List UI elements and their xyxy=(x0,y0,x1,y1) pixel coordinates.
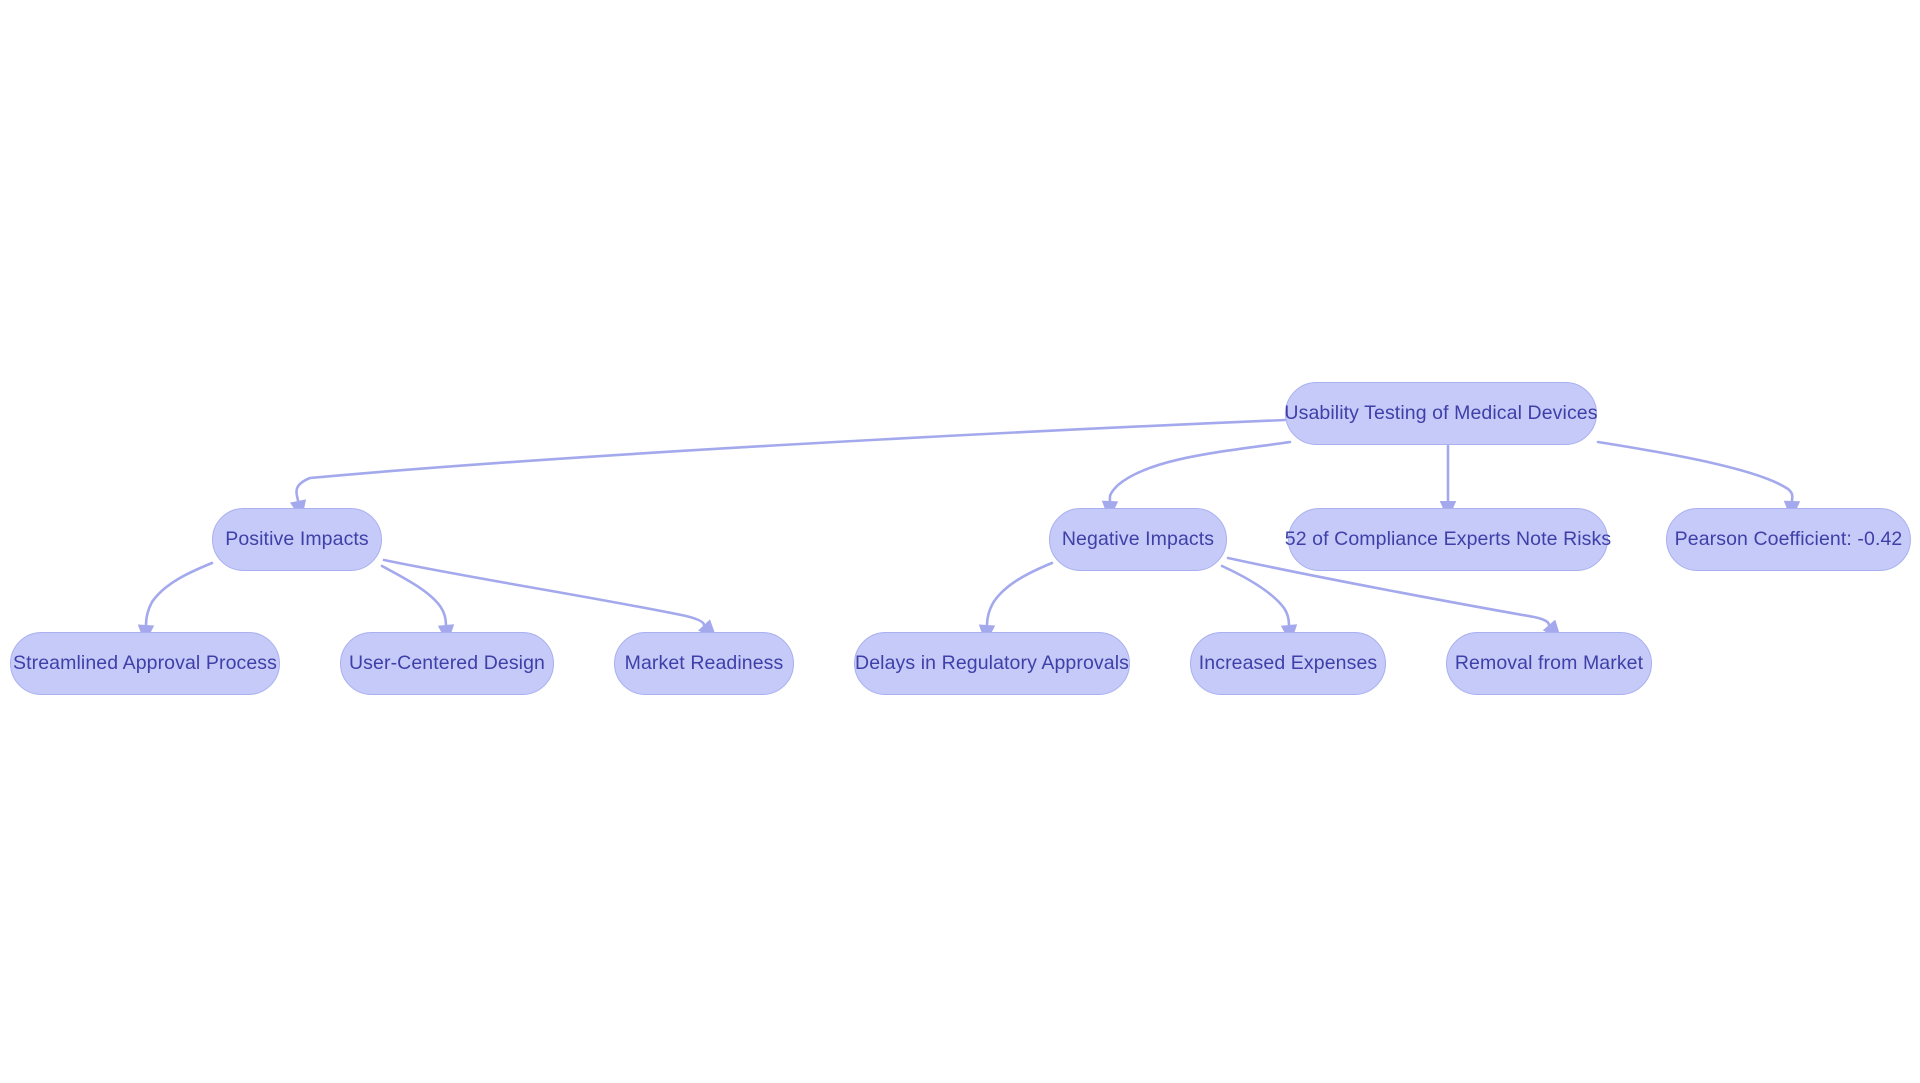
node-compliance[interactable]: 52 of Compliance Experts Note Risks xyxy=(1284,508,1612,571)
node-label: Removal from Market xyxy=(1454,651,1644,674)
node-label: User-Centered Design xyxy=(349,651,546,674)
flowchart-canvas: Usability Testing of Medical Devices Posi… xyxy=(0,0,1920,1083)
node-expenses[interactable]: Increased Expenses xyxy=(1190,632,1386,695)
node-label: Positive Impacts xyxy=(225,527,369,550)
node-root[interactable]: Usability Testing of Medical Devices xyxy=(1284,382,1598,445)
node-label: Delays in Regulatory Approvals xyxy=(855,651,1129,674)
node-label: Market Readiness xyxy=(624,651,784,674)
node-negative[interactable]: Negative Impacts xyxy=(1049,508,1227,571)
node-label: Increased Expenses xyxy=(1198,651,1378,674)
node-pearson[interactable]: Pearson Coefficient: -0.42 xyxy=(1666,508,1911,571)
edge-root-to-positive xyxy=(289,418,1287,520)
node-removal[interactable]: Removal from Market xyxy=(1446,632,1652,695)
node-label: Streamlined Approval Process xyxy=(13,651,278,674)
node-streamlined[interactable]: Streamlined Approval Process xyxy=(10,632,280,695)
node-positive[interactable]: Positive Impacts xyxy=(212,508,382,571)
node-ucd[interactable]: User-Centered Design xyxy=(340,632,554,695)
node-delays[interactable]: Delays in Regulatory Approvals xyxy=(854,632,1130,695)
node-label: 52 of Compliance Experts Note Risks xyxy=(1284,527,1612,550)
node-label: Pearson Coefficient: -0.42 xyxy=(1674,527,1903,550)
node-readiness[interactable]: Market Readiness xyxy=(614,632,794,695)
node-label: Usability Testing of Medical Devices xyxy=(1284,401,1598,424)
node-label: Negative Impacts xyxy=(1061,527,1215,550)
